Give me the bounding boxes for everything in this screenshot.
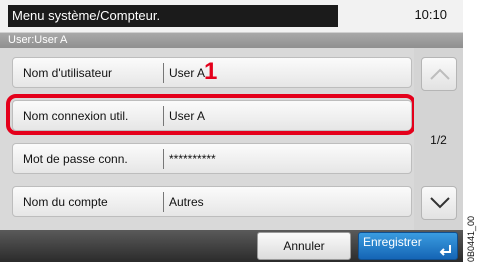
callout-number: 1 — [204, 58, 218, 85]
screen-title: Menu système/Compteur. — [8, 5, 338, 27]
row-account-name[interactable]: Nom du compte Autres — [12, 186, 412, 217]
highlight-frame — [6, 94, 416, 135]
row-label: Mot de passe conn. — [23, 152, 128, 166]
row-value: User A — [169, 66, 206, 80]
scroll-up-button[interactable] — [421, 57, 457, 91]
figure-code: 0B0441_00 — [466, 215, 476, 262]
row-divider — [163, 149, 164, 169]
row-value: ********** — [169, 152, 216, 166]
device-screen: Menu système/Compteur. 10:10 User:User A… — [0, 0, 463, 262]
scroll-column: 1/2 — [414, 48, 463, 230]
clock: 10:10 — [414, 7, 447, 22]
row-divider — [163, 63, 164, 83]
row-login-password[interactable]: Mot de passe conn. ********** — [12, 143, 412, 174]
row-label: Nom d'utilisateur — [23, 66, 112, 80]
cancel-button[interactable]: Annuler — [257, 232, 351, 260]
enter-return-icon — [439, 245, 451, 256]
save-button[interactable]: Enregistrer — [358, 232, 458, 260]
title-bar: Menu système/Compteur. 10:10 — [0, 0, 463, 33]
page-indicator: 1/2 — [430, 133, 447, 147]
row-label: Nom du compte — [23, 195, 108, 209]
chevron-down-icon — [430, 197, 450, 209]
save-button-label: Enregistrer — [363, 235, 422, 249]
chevron-up-icon — [430, 68, 450, 80]
footer-bar: Annuler Enregistrer — [0, 230, 463, 262]
scroll-down-button[interactable] — [421, 186, 457, 220]
row-value: Autres — [169, 195, 204, 209]
row-divider — [163, 192, 164, 212]
user-status-line: User:User A — [0, 33, 463, 48]
